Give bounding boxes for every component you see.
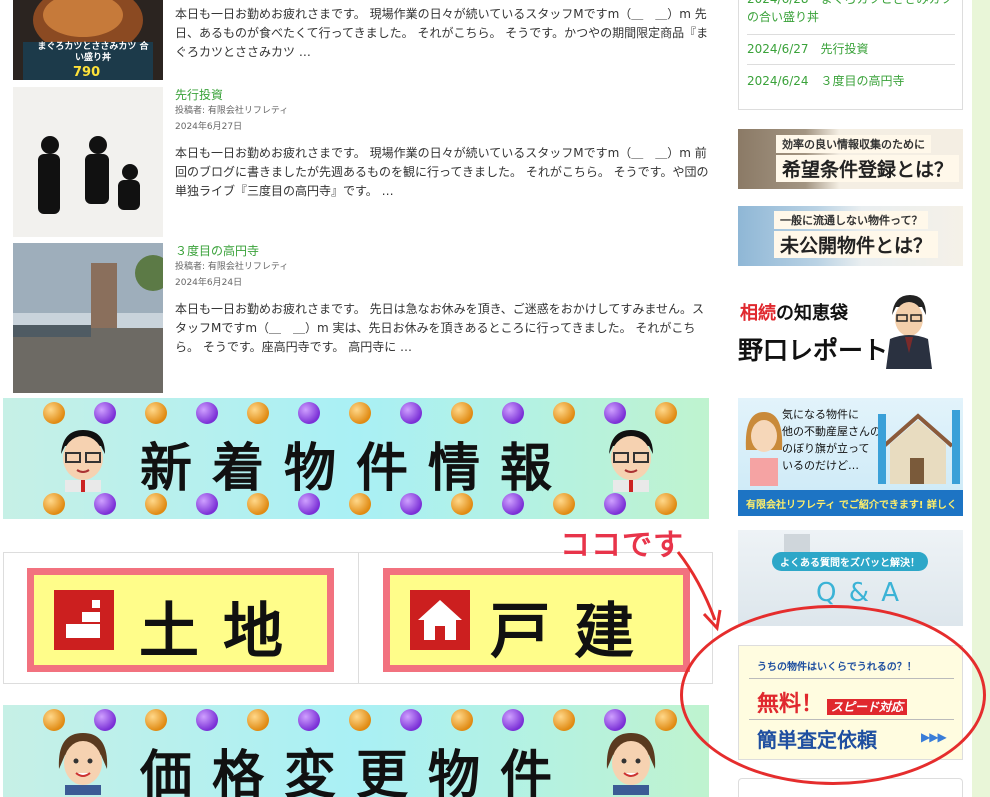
callout-arrow-icon xyxy=(676,551,722,632)
post-date: 2024年6月27日 xyxy=(175,122,243,132)
category-box: 土地 戸建 xyxy=(3,552,713,684)
house-with-flags-icon xyxy=(878,410,960,484)
recent-post-separator xyxy=(747,64,955,65)
banner-subtitle: よくある質問をズバッと解決！ xyxy=(772,552,928,571)
post-date: 2024年6月24日 xyxy=(175,278,243,288)
land-icon xyxy=(54,590,114,650)
banner-highlight: 相続 xyxy=(740,303,776,324)
house-label: 戸建 xyxy=(490,597,658,667)
land-label: 土地 xyxy=(139,597,307,667)
banner-subtitle: 効率の良い情報収集のために xyxy=(776,135,931,153)
building-photo-image xyxy=(13,243,163,393)
banner-line: 他の不動産屋さんの xyxy=(782,425,881,438)
post-item: ３度目の高円寺 投稿者: 有限会社リフレティ 2024年6月24日 本日も一日お… xyxy=(13,243,713,393)
banner-line: いるのだけど… xyxy=(782,459,859,472)
banner-subtitle: 一般に流通しない物件って？ xyxy=(774,211,929,229)
new-listings-title: 新着物件情報 xyxy=(139,439,572,499)
category-divider xyxy=(358,553,359,683)
post-thumbnail[interactable] xyxy=(13,243,163,393)
post-item: まぐろカツとささみカツ 合い盛り丼 790 本日も一日お勤めお疲れさまです。 現… xyxy=(13,0,713,80)
price-change-banner[interactable]: 価格変更物件 xyxy=(3,705,709,797)
recent-post-link[interactable]: 2024/6/28 まぐろカツとささみカツの合い盛り丼 xyxy=(747,0,957,26)
thumbnail-price: 790 xyxy=(73,65,101,80)
woman-illustration-icon xyxy=(745,412,783,486)
thumbnail-caption: まぐろカツとささみカツ 合い盛り丼 xyxy=(37,42,149,63)
post-title-link[interactable]: 先行投資 xyxy=(175,87,715,103)
dot-row xyxy=(3,402,709,424)
banner-title: Q & A xyxy=(816,578,902,608)
recent-posts-widget: 2024/6/28 まぐろカツとささみカツの合い盛り丼 2024/6/27 先行… xyxy=(738,0,963,110)
banner-footer: 有限会社リフレティ でご紹介できます! 詳しく xyxy=(746,500,957,511)
house-button[interactable]: 戸建 xyxy=(383,568,690,672)
banner-title: 希望条件登録とは？ xyxy=(776,155,960,182)
banner-flag-property-banner[interactable]: 気になる物件に 他の不動産屋さんの のぼり旗が立って いるのだけど… 有限会社リ… xyxy=(738,398,963,516)
post-excerpt: 本日も一日お勤めお疲れさまです。 先日は急なお休みを頂き、ご迷惑をおかけしてすみ… xyxy=(175,302,705,354)
advisor-portrait-icon xyxy=(886,295,932,369)
tshirt-photo-image xyxy=(13,87,163,237)
recent-post-separator xyxy=(747,34,955,35)
banner-title: 野口レポート xyxy=(738,336,889,365)
post-thumbnail[interactable]: まぐろカツとささみカツ 合い盛り丼 790 xyxy=(13,0,163,80)
banner-title: 未公開物件とは？ xyxy=(774,231,939,258)
dot-row xyxy=(3,709,709,731)
land-button[interactable]: 土地 xyxy=(27,568,334,672)
post-thumbnail[interactable] xyxy=(13,87,163,237)
post-excerpt: 本日も一日お勤めお疲れさまです。 現場作業の日々が続いているスタッフMですm（＿… xyxy=(175,7,709,59)
post-author: 投稿者: 有限会社リフレティ xyxy=(175,262,289,272)
post-author: 投稿者: 有限会社リフレティ xyxy=(175,106,289,116)
preferred-conditions-banner[interactable]: 効率の良い情報収集のために 希望条件登録とは？ xyxy=(738,129,963,189)
recent-post-link[interactable]: 2024/6/24 ３度目の高円寺 xyxy=(747,72,957,90)
new-listings-banner[interactable]: 新着物件情報 xyxy=(3,398,709,519)
recent-post-link[interactable]: 2024/6/27 先行投資 xyxy=(747,40,957,58)
banner-subtitle: の知恵袋 xyxy=(776,303,848,324)
banner-line: 気になる物件に xyxy=(782,408,859,421)
price-change-title: 価格変更物件 xyxy=(139,746,572,797)
post-item: 先行投資 投稿者: 有限会社リフレティ 2024年6月27日 本日も一日お勤めお… xyxy=(13,87,713,237)
banner-line: のぼり旗が立って xyxy=(782,442,870,455)
post-title-link[interactable]: ３度目の高円寺 xyxy=(175,243,715,259)
highlight-circle xyxy=(680,605,986,785)
inheritance-report-banner[interactable]: 相続の知恵袋 野口レポート xyxy=(738,287,963,369)
house-icon xyxy=(410,590,470,650)
unlisted-properties-banner[interactable]: 一般に流通しない物件って？ 未公開物件とは？ xyxy=(738,206,963,266)
post-excerpt: 本日も一日お勤めお疲れさまです。 現場作業の日々が続いているスタッフMですm（＿… xyxy=(175,146,709,198)
